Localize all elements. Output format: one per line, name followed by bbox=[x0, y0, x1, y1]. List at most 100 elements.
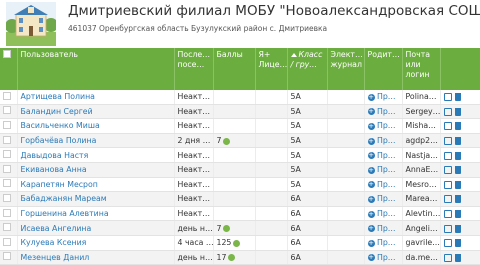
column-user[interactable]: Пользователь bbox=[17, 48, 175, 90]
user-name-link[interactable]: Баландин Сергей bbox=[17, 104, 175, 120]
row-checkbox[interactable] bbox=[0, 133, 18, 149]
row-checkbox[interactable] bbox=[0, 177, 18, 193]
edit-icon[interactable] bbox=[443, 166, 452, 175]
trash-icon[interactable] bbox=[454, 166, 461, 175]
select-all-checkbox[interactable] bbox=[0, 48, 18, 90]
trash-icon[interactable] bbox=[454, 239, 461, 248]
column-last-visit[interactable]: После… посе… bbox=[174, 48, 214, 90]
ejournal-cell bbox=[327, 162, 365, 178]
plus-circle-icon: + bbox=[367, 194, 375, 203]
row-checkbox[interactable] bbox=[0, 235, 18, 251]
trash-icon[interactable] bbox=[454, 151, 461, 160]
table-row: Екиванова Анна Неакт… 5А + Пр… AnnaE… bbox=[0, 162, 480, 178]
column-lyceum[interactable]: Я+ Лице… bbox=[255, 48, 288, 90]
parents-link[interactable]: + Пр… bbox=[364, 162, 403, 178]
column-ejournal[interactable]: Элект… журнал bbox=[327, 48, 365, 90]
last-visit: Неакт… bbox=[174, 206, 214, 222]
edit-icon[interactable] bbox=[443, 180, 452, 189]
parents-link[interactable]: + Пр… bbox=[364, 104, 403, 120]
login-cell: Angeli… bbox=[402, 220, 441, 236]
parents-link[interactable]: + Пр… bbox=[364, 133, 403, 149]
row-checkbox[interactable] bbox=[0, 191, 18, 207]
table-row: Артищева Полина Неакт… 5А + Пр… Polina… bbox=[0, 90, 480, 105]
grade-cell: 5А bbox=[287, 162, 328, 178]
trash-icon[interactable] bbox=[454, 224, 461, 233]
user-name-link[interactable]: Карапетян Месроп bbox=[17, 177, 175, 193]
last-visit: день н… bbox=[174, 220, 214, 236]
edit-icon[interactable] bbox=[443, 195, 452, 204]
user-name-link[interactable]: Бабаджанян Мареам bbox=[17, 191, 175, 207]
score-cell bbox=[213, 118, 256, 134]
score-cell bbox=[213, 206, 256, 222]
user-name-link[interactable]: Артищева Полина bbox=[17, 90, 175, 105]
row-checkbox[interactable] bbox=[0, 220, 18, 236]
trash-icon[interactable] bbox=[454, 210, 461, 219]
row-checkbox[interactable] bbox=[0, 90, 18, 105]
edit-icon[interactable] bbox=[443, 239, 452, 248]
grade-cell: 5А bbox=[287, 147, 328, 163]
score-badge-icon bbox=[233, 239, 241, 247]
trash-icon[interactable] bbox=[454, 253, 461, 262]
actions-cell bbox=[440, 177, 480, 193]
trash-icon[interactable] bbox=[454, 107, 461, 116]
edit-icon[interactable] bbox=[443, 93, 452, 102]
column-parents[interactable]: Родит… bbox=[364, 48, 403, 90]
column-login[interactable]: Почта или логин bbox=[402, 48, 441, 90]
parents-link[interactable]: + Пр… bbox=[364, 118, 403, 134]
parents-link[interactable]: + Пр… bbox=[364, 177, 403, 193]
actions-cell bbox=[440, 118, 480, 134]
grade-cell: 5А bbox=[287, 177, 328, 193]
user-name-link[interactable]: Кулуева Ксения bbox=[17, 235, 175, 251]
score-cell: 7 bbox=[213, 220, 256, 236]
column-score[interactable]: Баллы bbox=[213, 48, 256, 90]
trash-icon[interactable] bbox=[454, 122, 461, 131]
login-cell: Mesro… bbox=[402, 177, 441, 193]
trash-icon[interactable] bbox=[454, 137, 461, 146]
row-checkbox[interactable] bbox=[0, 250, 18, 265]
grade-cell: 6А bbox=[287, 235, 328, 251]
parents-link[interactable]: + Пр… bbox=[364, 147, 403, 163]
edit-icon[interactable] bbox=[443, 107, 452, 116]
row-checkbox[interactable] bbox=[0, 162, 18, 178]
ejournal-cell bbox=[327, 147, 365, 163]
edit-icon[interactable] bbox=[443, 253, 452, 262]
actions-cell bbox=[440, 90, 480, 105]
parents-link[interactable]: + Пр… bbox=[364, 235, 403, 251]
edit-icon[interactable] bbox=[443, 137, 452, 146]
login-cell: gavrile… bbox=[402, 235, 441, 251]
row-checkbox[interactable] bbox=[0, 104, 18, 120]
parents-link-label: Пр… bbox=[376, 92, 396, 102]
lyceum-cell bbox=[255, 162, 288, 178]
column-grade[interactable]: Класс / гру… bbox=[287, 48, 328, 90]
user-name-link[interactable]: Мезенцев Данил bbox=[17, 250, 175, 265]
user-name-link[interactable]: Исаева Ангелина bbox=[17, 220, 175, 236]
user-name-link[interactable]: Горшенина Алевтина bbox=[17, 206, 175, 222]
row-checkbox[interactable] bbox=[0, 147, 18, 163]
table-row: Баландин Сергей Неакт… 5А + Пр… Sergey… bbox=[0, 104, 480, 120]
parents-link[interactable]: + Пр… bbox=[364, 206, 403, 222]
edit-icon[interactable] bbox=[443, 122, 452, 131]
user-name-link[interactable]: Васильченко Миша bbox=[17, 118, 175, 134]
parents-link-label: Пр… bbox=[376, 179, 396, 189]
edit-icon[interactable] bbox=[443, 210, 452, 219]
parents-link[interactable]: + Пр… bbox=[364, 250, 403, 265]
lyceum-cell bbox=[255, 177, 288, 193]
row-checkbox[interactable] bbox=[0, 118, 18, 134]
user-name-link[interactable]: Горбачёва Полина bbox=[17, 133, 175, 149]
parents-link[interactable]: + Пр… bbox=[364, 90, 403, 105]
parents-link[interactable]: + Пр… bbox=[364, 220, 403, 236]
parents-link[interactable]: + Пр… bbox=[364, 191, 403, 207]
trash-icon[interactable] bbox=[454, 195, 461, 204]
lyceum-cell bbox=[255, 206, 288, 222]
grade-cell: 5А bbox=[287, 118, 328, 134]
last-visit: Неакт… bbox=[174, 90, 214, 105]
ejournal-cell bbox=[327, 235, 365, 251]
user-name-link[interactable]: Екиванова Анна bbox=[17, 162, 175, 178]
edit-icon[interactable] bbox=[443, 224, 452, 233]
login-cell: Alevtin… bbox=[402, 206, 441, 222]
edit-icon[interactable] bbox=[443, 151, 452, 160]
user-name-link[interactable]: Давыдова Настя bbox=[17, 147, 175, 163]
trash-icon[interactable] bbox=[454, 180, 461, 189]
row-checkbox[interactable] bbox=[0, 206, 18, 222]
trash-icon[interactable] bbox=[454, 93, 461, 102]
